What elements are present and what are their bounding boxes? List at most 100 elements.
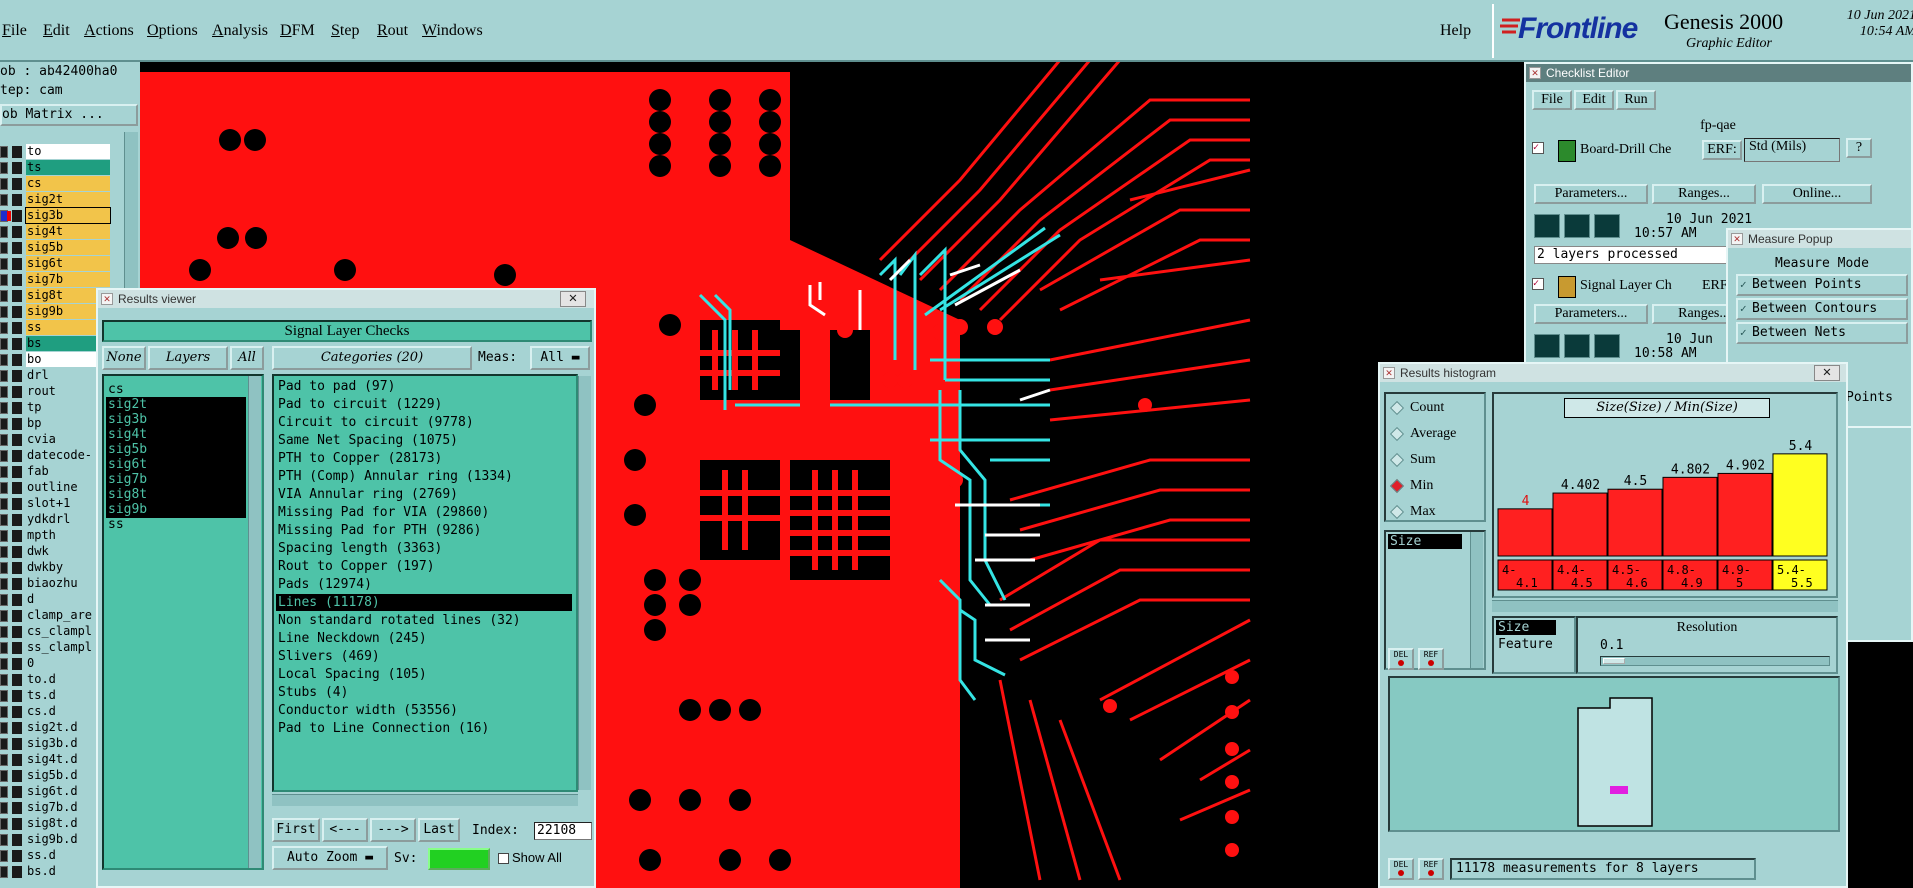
layer-affected-checkbox[interactable]	[0, 162, 8, 174]
layer-name[interactable]: sig7b	[26, 272, 110, 287]
action-1-row[interactable]: ✓ Board-Drill Che ERF: Std (Mils) ?	[1530, 138, 1906, 168]
ranges-button[interactable]: Ranges...	[1652, 184, 1756, 204]
histogram-bar[interactable]	[1497, 508, 1553, 557]
layer-display-toggle[interactable]	[12, 626, 22, 638]
layer-display-toggle[interactable]	[12, 370, 22, 382]
radio-count[interactable]: Count	[1388, 398, 1478, 420]
results-viewer-titlebar[interactable]: ✕ Results viewer	[98, 290, 594, 308]
layer-row[interactable]: sig4t	[0, 224, 140, 240]
layer-display-toggle[interactable]	[12, 722, 22, 734]
menu-options[interactable]: Options	[147, 22, 198, 40]
layer-display-toggle[interactable]	[12, 530, 22, 542]
layer-affected-checkbox[interactable]	[0, 834, 8, 846]
auto-zoom-select[interactable]: Auto Zoom ▬	[272, 846, 388, 870]
layer-display-toggle[interactable]	[12, 674, 22, 686]
layer-affected-checkbox[interactable]	[0, 594, 8, 606]
layer-display-toggle[interactable]	[12, 210, 22, 222]
layer-display-toggle[interactable]	[12, 770, 22, 782]
slider-thumb[interactable]	[1603, 658, 1625, 664]
layer-display-toggle[interactable]	[12, 402, 22, 414]
online-button[interactable]: Online...	[1762, 184, 1872, 204]
params-button-2[interactable]: Parameters...	[1534, 304, 1648, 324]
layer-display-toggle[interactable]	[12, 786, 22, 798]
layer-display-toggle[interactable]	[12, 834, 22, 846]
layer-affected-checkbox[interactable]	[0, 850, 8, 862]
between-points-option[interactable]: Between Points	[1736, 274, 1908, 296]
layer-affected-checkbox[interactable]	[0, 786, 8, 798]
layer-display-toggle[interactable]	[12, 338, 22, 350]
radio-sum[interactable]: Sum	[1388, 450, 1478, 472]
layer-list-scrollbar[interactable]	[248, 376, 261, 868]
layer-name[interactable]: sig4t	[26, 224, 110, 239]
layer-display-toggle[interactable]	[12, 322, 22, 334]
layers-button[interactable]: Layers	[148, 346, 228, 370]
category-item[interactable]: Conductor width (53556)	[276, 702, 572, 719]
layer-affected-checkbox[interactable]	[0, 402, 8, 414]
layer-name[interactable]: sig2t	[26, 192, 110, 207]
measure-popup-titlebar[interactable]: ✕ Measure Popup	[1728, 230, 1911, 248]
action-1-erf-button[interactable]: ERF:	[1702, 140, 1742, 160]
category-item[interactable]: PTH to Copper (28173)	[276, 450, 572, 467]
layer-affected-checkbox[interactable]	[0, 370, 8, 382]
menu-analysis[interactable]: Analysis	[212, 22, 268, 40]
layer-affected-checkbox[interactable]	[0, 642, 8, 654]
layer-display-toggle[interactable]	[12, 610, 22, 622]
run-action-icon[interactable]	[1534, 214, 1560, 238]
layer-affected-checkbox[interactable]	[0, 818, 8, 830]
layer-display-toggle[interactable]	[12, 146, 22, 158]
menu-help[interactable]: Help	[1440, 22, 1471, 40]
job-matrix-button[interactable]: ob Matrix ...	[0, 104, 138, 126]
histogram-bar[interactable]	[1607, 488, 1663, 557]
menu-actions[interactable]: Actions	[84, 22, 134, 40]
layer-affected-checkbox[interactable]	[0, 242, 8, 254]
run-action-icon[interactable]	[1594, 334, 1620, 358]
layer-affected-checkbox[interactable]	[0, 210, 11, 222]
results-layer-item[interactable]: cs	[106, 382, 246, 398]
categories-button[interactable]: Categories (20)	[272, 346, 472, 370]
attribute-list-scrollbar[interactable]	[1470, 532, 1483, 668]
del-button[interactable]: DEL	[1388, 648, 1414, 670]
layer-affected-checkbox[interactable]	[0, 626, 8, 638]
show-all-checkbox[interactable]	[498, 853, 509, 864]
layer-row[interactable]: sig7b	[0, 272, 140, 288]
resolution-slider[interactable]	[1600, 656, 1830, 666]
layer-name[interactable]: sig5b	[26, 240, 110, 255]
layer-display-toggle[interactable]	[12, 818, 22, 830]
layer-row[interactable]: sig3b	[0, 207, 140, 224]
layer-display-toggle[interactable]	[12, 418, 22, 430]
layer-row[interactable]: ts	[0, 160, 140, 176]
layer-display-toggle[interactable]	[12, 434, 22, 446]
action-2-erf-label[interactable]: ERF	[1702, 278, 1728, 294]
action-1-erf-value[interactable]: Std (Mils)	[1744, 138, 1840, 162]
bottom-attr-item-size[interactable]: Size	[1496, 620, 1556, 635]
next-button[interactable]: --->	[370, 818, 416, 842]
layer-affected-checkbox[interactable]	[0, 178, 8, 190]
layer-affected-checkbox[interactable]	[0, 866, 8, 878]
action-2-checkbox[interactable]: ✓	[1532, 278, 1544, 290]
layer-row[interactable]: sig5b	[0, 240, 140, 256]
category-item[interactable]: Pad to pad (97)	[276, 378, 572, 395]
category-item[interactable]: Spacing length (3363)	[276, 540, 572, 557]
category-item[interactable]: VIA Annular ring (2769)	[276, 486, 572, 503]
layer-row[interactable]: cs	[0, 176, 140, 192]
meas-select[interactable]: All ▬	[530, 346, 590, 370]
layer-name[interactable]: cs	[26, 176, 110, 191]
layer-name[interactable]: sig6t	[26, 256, 110, 271]
layer-affected-checkbox[interactable]	[0, 802, 8, 814]
category-item[interactable]: Local Spacing (105)	[276, 666, 572, 683]
layer-display-toggle[interactable]	[12, 514, 22, 526]
histogram-bar[interactable]	[1552, 492, 1608, 557]
results-layer-item[interactable]: sig8t	[106, 487, 246, 503]
results-layer-item[interactable]: sig3b	[106, 412, 246, 428]
checklist-editor-titlebar[interactable]: ✕ Checklist Editor	[1526, 64, 1911, 82]
between-contours-option[interactable]: Between Contours	[1736, 298, 1908, 320]
histogram-bar[interactable]	[1717, 472, 1773, 557]
close-icon[interactable]: ✕	[1814, 365, 1840, 381]
results-layer-item[interactable]: sig5b	[106, 442, 246, 458]
del-button-bottom[interactable]: DEL	[1388, 858, 1414, 880]
category-item[interactable]: Stubs (4)	[276, 684, 572, 701]
layer-affected-checkbox[interactable]	[0, 546, 8, 558]
layer-affected-checkbox[interactable]	[0, 146, 8, 158]
ref-button[interactable]: REF	[1418, 648, 1444, 670]
results-layer-item[interactable]: sig4t	[106, 427, 246, 443]
